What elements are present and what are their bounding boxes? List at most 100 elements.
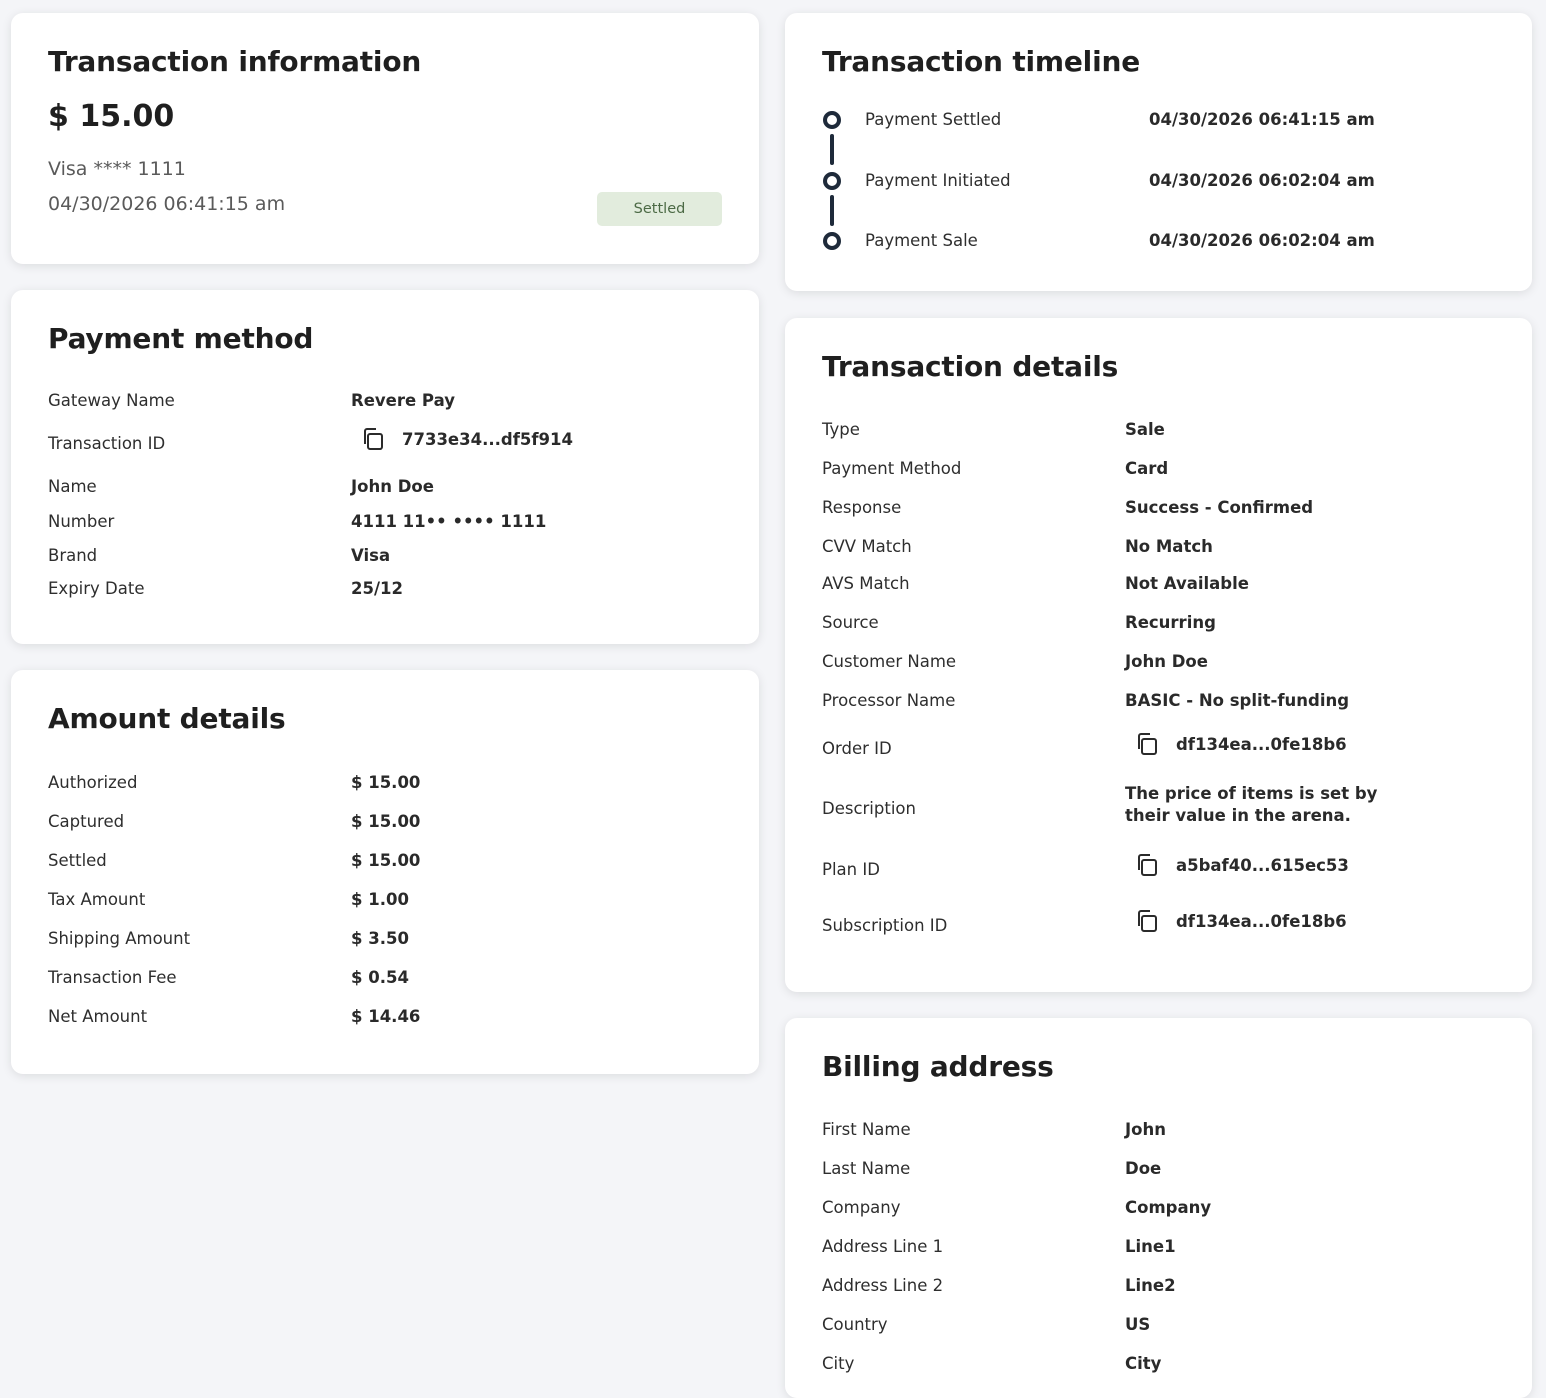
row-label: Address Line 1: [822, 1237, 944, 1256]
detail-row: Subscription ID df134ea...0fe18b6: [822, 910, 1495, 939]
detail-row: Last Name Doe: [822, 1158, 1495, 1182]
row-label: Number: [48, 512, 115, 531]
transaction-details-title: Transaction details: [822, 350, 1119, 383]
detail-row: Authorized $ 15.00: [48, 772, 722, 796]
detail-row: Net Amount $ 14.46: [48, 1006, 722, 1030]
plan-id-copy[interactable]: a5baf40...615ec53: [1125, 852, 1349, 878]
copy-icon[interactable]: [1134, 908, 1160, 934]
row-label: Shipping Amount: [48, 929, 191, 948]
detail-row: CVV Match No Match: [822, 536, 1495, 560]
timeline-connector: [830, 134, 834, 165]
row-value: 25/12: [351, 579, 403, 598]
row-label: Brand: [48, 546, 98, 565]
status-badge: Settled: [597, 192, 722, 226]
payment-method-card: Payment method Gateway Name Revere Pay T…: [11, 290, 759, 644]
row-value: Recurring: [1125, 613, 1216, 632]
row-label: Gateway Name: [48, 391, 175, 410]
row-value: No Match: [1125, 537, 1213, 556]
row-value: City: [1125, 1354, 1162, 1373]
billing-address-title: Billing address: [822, 1050, 1054, 1083]
timeline-connector: [830, 195, 834, 226]
detail-row: First Name John: [822, 1119, 1495, 1143]
row-label: First Name: [822, 1120, 911, 1139]
row-value: $ 1.00: [351, 890, 409, 909]
timeline-item: Payment Initiated 04/30/2026 06:02:04 am: [822, 169, 1495, 193]
row-value: Not Available: [1125, 574, 1249, 593]
detail-row: Processor Name BASIC - No split-funding: [822, 690, 1495, 714]
billing-address-card: Billing address First Name John Last Nam…: [785, 1018, 1532, 1398]
detail-row: Company Company: [822, 1197, 1495, 1221]
detail-row: Address Line 2 Line2: [822, 1275, 1495, 1299]
row-value: $ 15.00: [351, 812, 421, 831]
card-summary: Visa **** 1111: [48, 158, 186, 180]
detail-row: Address Line 1 Line1: [822, 1236, 1495, 1260]
transaction-timeline-title: Transaction timeline: [822, 45, 1140, 78]
row-label: Address Line 2: [822, 1276, 944, 1295]
row-label: Type: [822, 420, 860, 439]
detail-row: Source Recurring: [822, 612, 1495, 636]
row-label: Payment Method: [822, 459, 962, 478]
row-label: City: [822, 1354, 855, 1373]
timeline-label: Payment Sale: [865, 231, 978, 250]
timeline-dot-icon: [823, 172, 841, 190]
timeline-dot-icon: [823, 111, 841, 129]
detail-row: Transaction Fee $ 0.54: [48, 967, 722, 991]
row-label: Response: [822, 498, 902, 517]
copy-icon[interactable]: [1134, 731, 1160, 757]
timeline-label: Payment Settled: [865, 110, 1002, 129]
transaction-id-value: 7733e34...df5f914: [402, 429, 573, 449]
amount-details-title: Amount details: [48, 702, 286, 735]
row-label: Last Name: [822, 1159, 911, 1178]
amount-details-card: Amount details Authorized $ 15.00 Captur…: [11, 670, 759, 1074]
row-label: Processor Name: [822, 691, 956, 710]
detail-row: Customer Name John Doe: [822, 651, 1495, 675]
detail-row: Payment Method Card: [822, 458, 1495, 482]
row-value: Doe: [1125, 1159, 1162, 1178]
transaction-amount: $ 15.00: [48, 99, 175, 134]
row-label: Customer Name: [822, 652, 957, 671]
transaction-datetime: 04/30/2026 06:41:15 am: [48, 193, 286, 215]
row-value: BASIC - No split-funding: [1125, 691, 1350, 710]
timeline-time: 04/30/2026 06:41:15 am: [1149, 110, 1375, 129]
detail-row: Brand Visa: [48, 545, 722, 569]
detail-row: Type Sale: [822, 419, 1495, 443]
row-label: Country: [822, 1315, 888, 1334]
transaction-id-copy[interactable]: 7733e34...df5f914: [351, 426, 573, 452]
detail-row: Settled $ 15.00: [48, 850, 722, 874]
row-label: Tax Amount: [48, 890, 146, 909]
row-label: Transaction Fee: [48, 968, 177, 987]
row-label: Company: [822, 1198, 901, 1217]
row-value: John Doe: [1125, 652, 1208, 671]
transaction-information-title: Transaction information: [48, 45, 422, 78]
transaction-timeline-card: Transaction timeline Payment Settled 04/…: [785, 13, 1532, 291]
copy-icon[interactable]: [360, 426, 386, 452]
row-value: Company: [1125, 1198, 1212, 1217]
row-label: Transaction ID: [48, 434, 166, 453]
row-value: Card: [1125, 459, 1169, 478]
subscription-id-copy[interactable]: df134ea...0fe18b6: [1125, 908, 1347, 934]
timeline-label: Payment Initiated: [865, 171, 1011, 190]
detail-row: Response Success - Confirmed: [822, 497, 1495, 521]
row-value: $ 0.54: [351, 968, 409, 987]
detail-row: Expiry Date 25/12: [48, 578, 722, 602]
row-value: John Doe: [351, 477, 434, 496]
timeline-dot-icon: [823, 232, 841, 250]
timeline-item: Payment Sale 04/30/2026 06:02:04 am: [822, 229, 1495, 253]
order-id-copy[interactable]: df134ea...0fe18b6: [1125, 731, 1347, 757]
detail-row: Country US: [822, 1314, 1495, 1338]
plan-id-value: a5baf40...615ec53: [1176, 855, 1349, 875]
row-label: Name: [48, 477, 97, 496]
row-value: Revere Pay: [351, 391, 455, 410]
row-value: US: [1125, 1315, 1151, 1334]
row-value: Visa: [351, 546, 391, 565]
row-value: $ 15.00: [351, 773, 421, 792]
row-label: Authorized: [48, 773, 138, 792]
row-value: Success - Confirmed: [1125, 498, 1314, 517]
row-value: Line1: [1125, 1237, 1176, 1256]
row-value: John: [1125, 1120, 1166, 1139]
row-label: Settled: [48, 851, 107, 870]
transaction-information-card: Transaction information $ 15.00 Visa ***…: [11, 13, 759, 264]
copy-icon[interactable]: [1134, 852, 1160, 878]
detail-row: Description The price of items is set by…: [822, 784, 1495, 850]
row-label: Plan ID: [822, 860, 880, 879]
